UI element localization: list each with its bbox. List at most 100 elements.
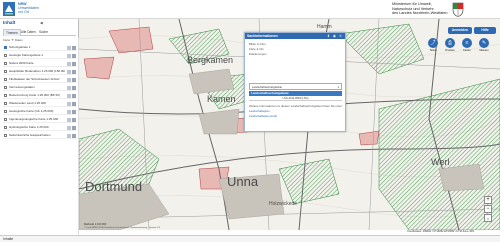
place-label: Dortmund bbox=[85, 179, 143, 194]
layer-item[interactable]: Hydrologische Karte 1:25.000 bbox=[3, 124, 77, 131]
tool-label: Messen bbox=[479, 49, 489, 52]
layer-checkbox[interactable] bbox=[4, 110, 7, 113]
layer-checkbox[interactable] bbox=[4, 62, 7, 65]
info-icon[interactable] bbox=[67, 53, 71, 58]
place-label: Kamen bbox=[207, 94, 236, 104]
settings-icon[interactable] bbox=[72, 109, 76, 114]
settings-icon[interactable] bbox=[72, 93, 76, 98]
info-icon[interactable] bbox=[67, 77, 71, 82]
layer-checkbox[interactable] bbox=[4, 54, 7, 57]
layer-checkbox[interactable] bbox=[4, 70, 7, 73]
info-icon[interactable] bbox=[67, 101, 71, 106]
info-icon[interactable] bbox=[67, 93, 71, 98]
coordinate-readout: Koordinaten: 399841 / 5713862 ETRS89 / U… bbox=[407, 230, 474, 233]
layer-item[interactable]: Naturräumliche Haupteinheiten bbox=[3, 132, 77, 139]
close-icon[interactable]: ✕ bbox=[339, 34, 343, 38]
collapse-icon[interactable]: ◀ bbox=[40, 21, 43, 25]
settings-icon[interactable] bbox=[72, 117, 76, 122]
zoom-out-button[interactable]: − bbox=[484, 205, 492, 213]
tab-alle-daten[interactable]: Alle Daten bbox=[19, 29, 38, 36]
login-button[interactable]: Anmelden bbox=[448, 27, 472, 34]
settings-icon[interactable] bbox=[72, 69, 76, 74]
popup-sub-label: LSG-4411-0003 (LSG) bbox=[249, 97, 342, 101]
nrw-logo-icon[interactable] bbox=[3, 2, 15, 16]
place-label: Holzwickede bbox=[269, 201, 298, 207]
layer-item[interactable]: Hauptbilder Bodenarten 1:25.000 (150.000… bbox=[3, 68, 77, 75]
layer-item[interactable]: Wasserarten Land 1:25.000 bbox=[3, 100, 77, 107]
info-icon[interactable] bbox=[67, 133, 71, 138]
layer-item[interactable]: Geologie Kartengebiete 1 bbox=[3, 52, 77, 59]
measure-icon[interactable]: ✎ bbox=[479, 38, 489, 48]
layer-checkbox[interactable] bbox=[4, 78, 7, 81]
panel-tabs: Themen Alle Daten Suche bbox=[3, 29, 76, 36]
bottom-bar: Inhalte bbox=[0, 235, 500, 242]
popup-line-3[interactable]: Erläuterungen bbox=[249, 52, 267, 56]
layer-item[interactable]: Vermessungsdaten bbox=[3, 84, 77, 91]
settings-icon[interactable] bbox=[72, 85, 76, 90]
layer-checkbox[interactable] bbox=[4, 102, 7, 105]
layer-label: Vermessungsdaten bbox=[9, 85, 35, 89]
popup-layer-select[interactable]: Landschaftsschutzgebiete ▾ bbox=[249, 83, 342, 90]
popup-line-1[interactable]: Bilder & Infos bbox=[249, 42, 266, 46]
place-label: Bergkamen bbox=[187, 55, 234, 65]
info-icon[interactable] bbox=[67, 125, 71, 130]
layer-label: Natura 2000 Karte bbox=[9, 61, 34, 65]
layer-label: Geologische Karte (GK 1:25.000) bbox=[9, 109, 54, 113]
layer-label: Geologie Kartengebiete 1 bbox=[9, 53, 44, 57]
home-icon[interactable]: ⌂ bbox=[484, 214, 492, 222]
layer-checkbox[interactable] bbox=[4, 126, 7, 129]
layer-item[interactable]: Natura 2000 Karte bbox=[3, 60, 77, 67]
copyright-text: © Land NRW (2016) Datenlizenz Deutschlan… bbox=[84, 227, 161, 229]
settings-icon[interactable] bbox=[72, 77, 76, 82]
info-icon[interactable] bbox=[67, 61, 71, 66]
popup-section-bar: Landschaftsschutzgebiete bbox=[249, 91, 342, 96]
layer-checkbox[interactable] bbox=[4, 134, 7, 137]
info-icon[interactable] bbox=[67, 45, 71, 50]
settings-icon[interactable] bbox=[72, 133, 76, 138]
place-label: Werl bbox=[431, 157, 450, 167]
popup-title: Sachinformationen bbox=[247, 34, 278, 38]
tab-suche[interactable]: Suche bbox=[37, 29, 50, 36]
download-icon[interactable]: ⬇ bbox=[327, 34, 331, 38]
layer-checkbox[interactable] bbox=[4, 46, 7, 49]
layer-item[interactable]: Ingenieurgeologische Karte 1:25.000 bbox=[3, 116, 77, 123]
layer-filter[interactable]: Karte 'T' Daten bbox=[3, 38, 76, 42]
layer-checkbox[interactable] bbox=[4, 86, 7, 89]
print-icon[interactable]: ⎙ bbox=[445, 38, 455, 48]
layer-item[interactable]: Bodennutzung Karte 1:25.000 (BK 50) bbox=[3, 92, 77, 99]
bottom-label[interactable]: Inhalte bbox=[3, 237, 13, 241]
help-button[interactable]: Hilfe bbox=[474, 27, 496, 34]
logo-line-3: vor Ort bbox=[18, 10, 29, 15]
layer-item[interactable]: Geologische Karte (GK 1:25.000) bbox=[3, 108, 77, 115]
settings-icon[interactable] bbox=[72, 61, 76, 66]
info-icon[interactable] bbox=[67, 85, 71, 90]
settings-icon[interactable] bbox=[72, 53, 76, 58]
ministry-text: Ministerium für Umwelt, Naturschutz und … bbox=[392, 2, 448, 16]
layer-item[interactable]: Fließwässer der Schutzweisen Schutz bbox=[3, 76, 77, 83]
place-label: Unna bbox=[227, 174, 259, 189]
header: NRW Umweltdaten vor Ort Ministerium für … bbox=[0, 0, 500, 19]
chevron-down-icon: ▾ bbox=[337, 86, 339, 89]
layer-label: Bodennutzung Karte 1:25.000 (BK 50) bbox=[9, 93, 60, 97]
settings-icon[interactable] bbox=[72, 125, 76, 130]
popup-body-2[interactable]: Landschaftsplan bbox=[249, 109, 269, 113]
layer-checkbox[interactable] bbox=[4, 118, 7, 121]
layers-icon[interactable]: ≡ bbox=[462, 38, 472, 48]
nrw-coat-of-arms-icon bbox=[452, 2, 464, 17]
info-icon[interactable] bbox=[67, 109, 71, 114]
settings-icon[interactable] bbox=[72, 101, 76, 106]
info-icon[interactable] bbox=[67, 117, 71, 122]
layer-item[interactable]: Schutzgebiete 1 bbox=[3, 44, 77, 51]
info-icon[interactable] bbox=[67, 69, 71, 74]
pin-icon[interactable]: ◉ bbox=[333, 34, 337, 38]
app-window: NRW Umweltdaten vor Ort Ministerium für … bbox=[0, 0, 500, 242]
layer-label: Fließwässer der Schutzweisen Schutz bbox=[9, 77, 60, 81]
share-icon[interactable]: ⤴ bbox=[428, 38, 438, 48]
popup-actions: ⬇ ◉ ✕ bbox=[327, 33, 343, 39]
zoom-in-button[interactable]: + bbox=[484, 196, 492, 204]
layer-checkbox[interactable] bbox=[4, 94, 7, 97]
settings-icon[interactable] bbox=[72, 45, 76, 50]
popup-body-3[interactable]: Landschaftsplan (Link) bbox=[249, 114, 277, 118]
popup-line-2[interactable]: Karte & Info bbox=[249, 47, 264, 51]
info-popup: Sachinformationen ⬇ ◉ ✕ Bilder & Infos K… bbox=[244, 32, 346, 132]
